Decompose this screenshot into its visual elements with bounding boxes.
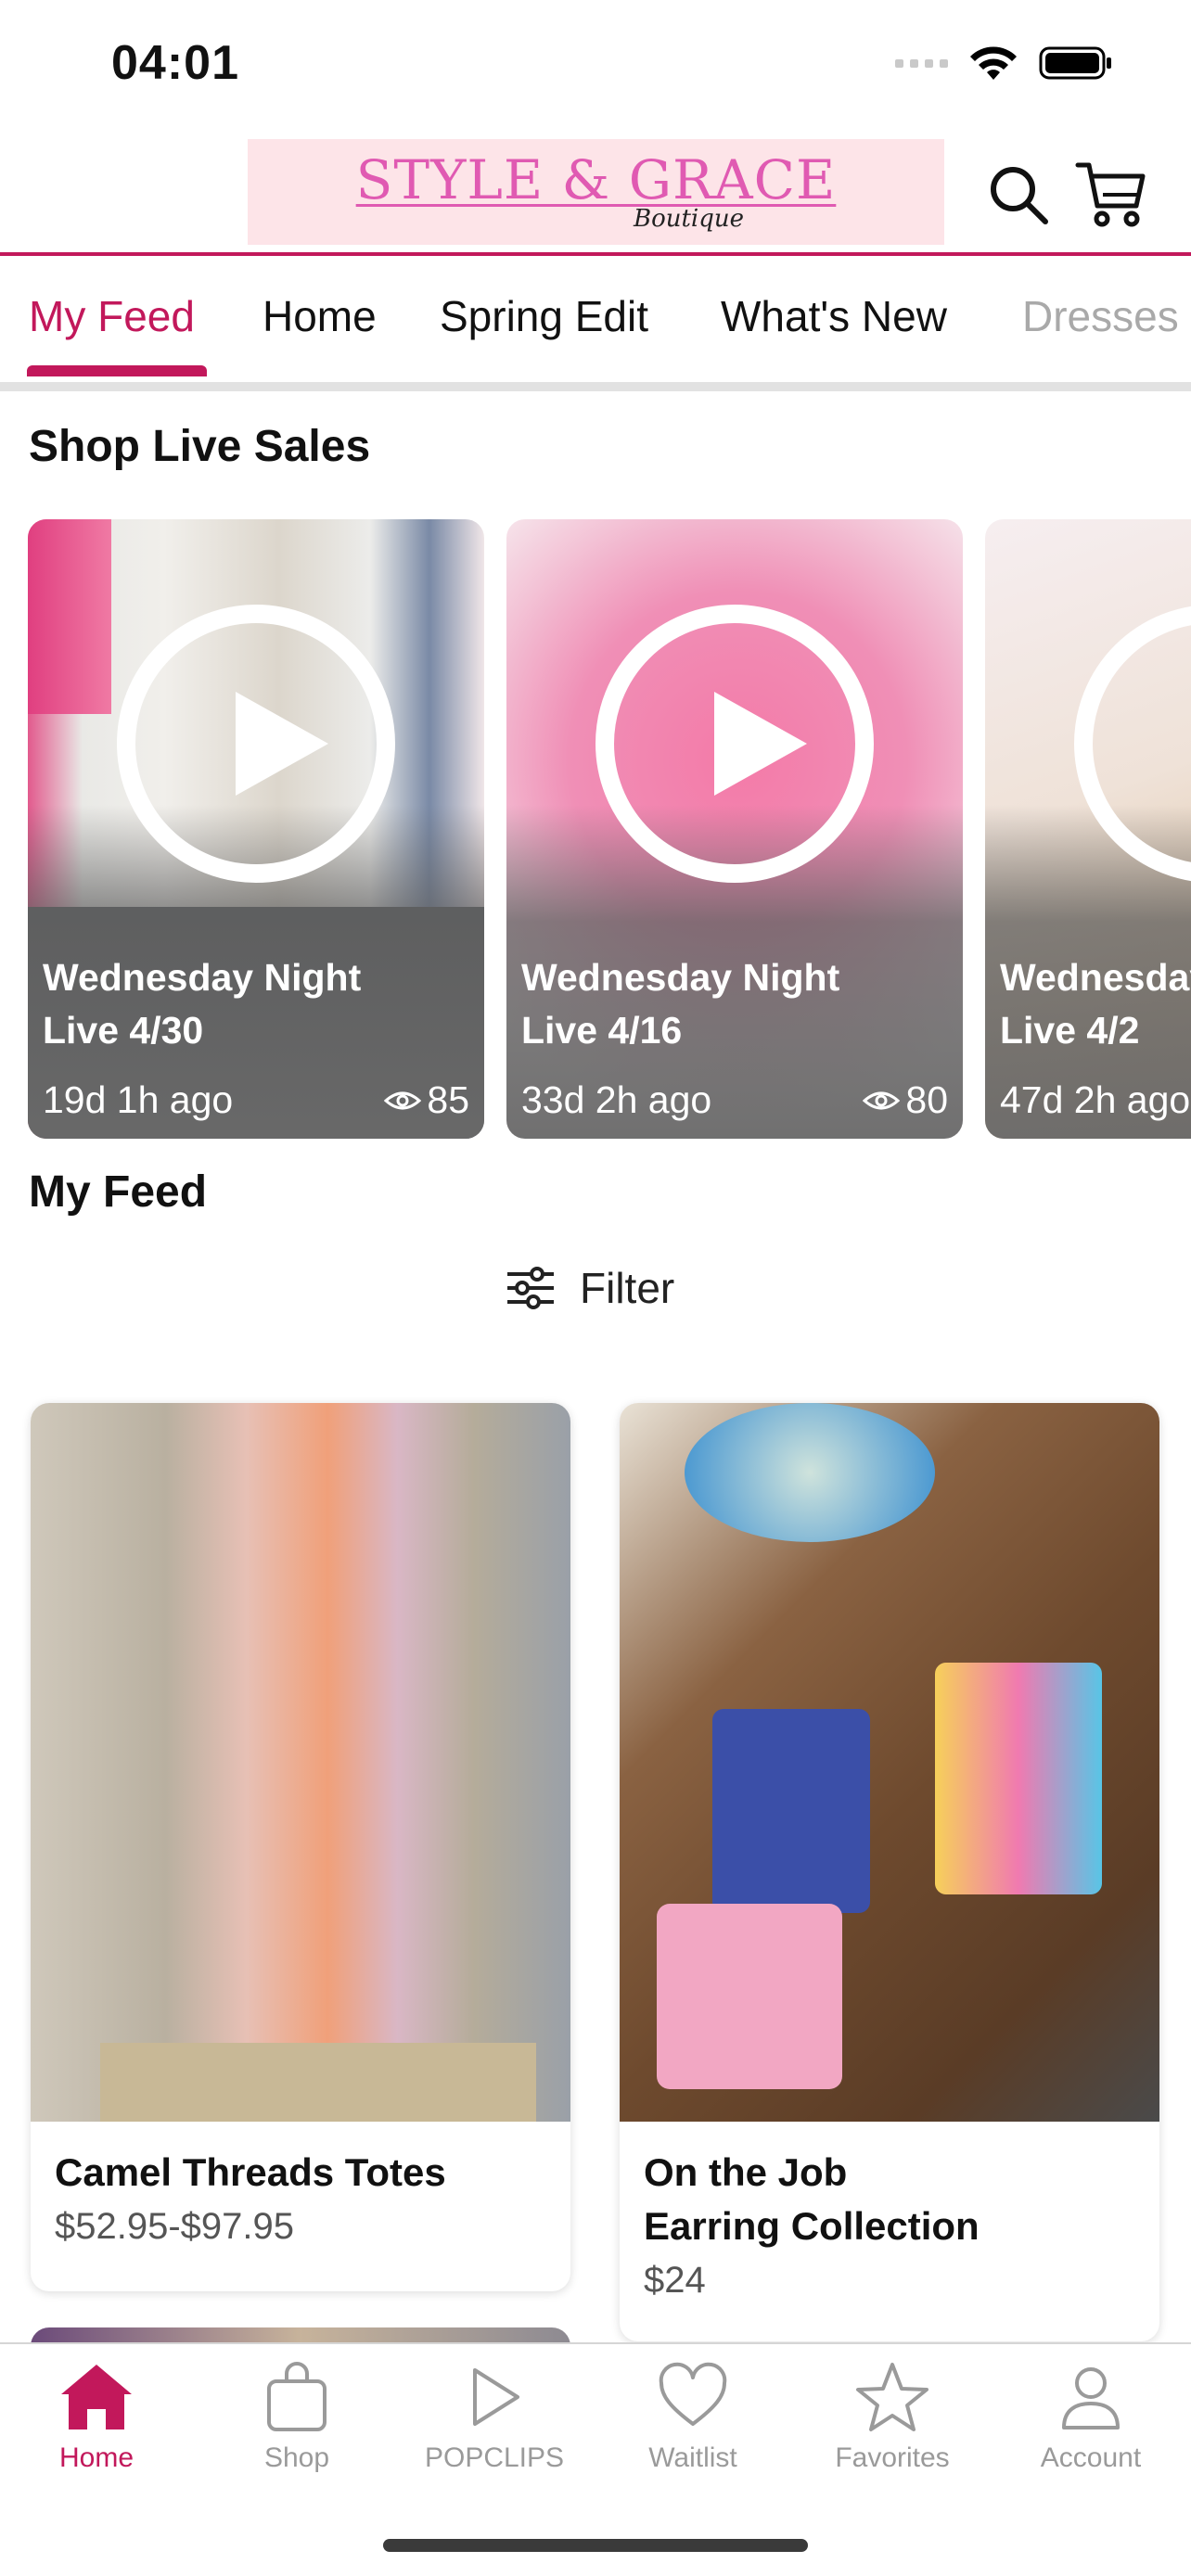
live-sale-time-ago: 47d 2h ago [1000, 1078, 1191, 1121]
live-sales-title: Shop Live Sales [29, 422, 371, 471]
app-header: STYLE & GRACE Boutique [0, 130, 1191, 254]
logo-subtext: Boutique [633, 205, 745, 233]
search-button[interactable] [981, 158, 1056, 232]
nav-label: POPCLIPS [424, 2442, 565, 2473]
cart-button[interactable] [1074, 158, 1148, 232]
tabs-divider [0, 382, 1191, 391]
tab-whats-new[interactable]: What's New [721, 291, 947, 341]
tab-spring-edit[interactable]: Spring Edit [440, 291, 648, 341]
tab-dresses[interactable]: Dresses [1022, 291, 1179, 341]
logo-text: STYLE & GRACE [355, 148, 837, 211]
product-image [31, 1403, 570, 2122]
eye-icon [863, 1091, 901, 1109]
live-sale-card[interactable]: Wednesday Night Live 4/30 19d 1h ago 85 [28, 519, 484, 1139]
cellular-signal-icon [895, 58, 948, 68]
shopping-bag-icon [267, 2362, 327, 2431]
live-sale-card[interactable]: Wednesday Night Live 4/2 47d 2h ago [985, 519, 1191, 1139]
nav-home[interactable]: Home [13, 2361, 180, 2474]
home-icon [61, 2365, 132, 2429]
status-time: 04:01 [111, 36, 239, 90]
live-sale-title: Wednesday Night Live 4/2 [1000, 956, 1191, 1052]
cart-icon [1075, 162, 1146, 227]
nav-shop[interactable]: Shop [213, 2361, 380, 2474]
tab-my-feed[interactable]: My Feed [29, 291, 195, 341]
filter-button[interactable]: Filter [506, 1263, 674, 1313]
live-sale-time-ago: 19d 1h ago [43, 1078, 234, 1121]
battery-icon [1039, 46, 1111, 80]
nav-label: Shop [263, 2442, 330, 2473]
nav-label: Home [58, 2442, 134, 2473]
nav-label: Account [1040, 2442, 1142, 2473]
live-sale-title: Wednesday Night Live 4/16 [521, 956, 840, 1052]
status-icons [895, 45, 1113, 82]
nav-label: Favorites [835, 2442, 950, 2473]
account-icon [1062, 2367, 1120, 2429]
product-price: $52.95-$97.95 [55, 2206, 295, 2247]
product-name: On the Job Earring Collection [644, 2150, 980, 2248]
product-price: $24 [644, 2260, 706, 2301]
eye-icon [384, 1091, 422, 1109]
tab-home[interactable]: Home [263, 291, 377, 341]
play-icon[interactable] [596, 605, 874, 883]
live-sale-time-ago: 33d 2h ago [521, 1078, 712, 1121]
nav-popclips[interactable]: POPCLIPS [411, 2361, 578, 2474]
home-indicator [383, 2539, 808, 2552]
star-icon [856, 2363, 928, 2431]
product-card[interactable]: Camel Threads Totes $52.95-$97.95 [31, 1403, 570, 2291]
feed-title: My Feed [29, 1167, 208, 1217]
heart-icon [659, 2362, 727, 2426]
nav-waitlist[interactable]: Waitlist [609, 2361, 776, 2474]
wifi-icon [970, 46, 1017, 80]
search-icon [991, 167, 1048, 224]
category-tabs: My Feed Home Spring Edit What's New Dres… [0, 256, 1191, 382]
live-sale-views: 80 [863, 1078, 948, 1122]
nav-label: Waitlist [648, 2442, 737, 2473]
active-tab-indicator [27, 365, 207, 376]
product-card[interactable]: On the Job Earring Collection $24 [620, 1403, 1159, 2341]
filter-label: Filter [580, 1264, 675, 1312]
play-icon[interactable] [117, 605, 395, 883]
live-sale-title: Wednesday Night Live 4/30 [43, 956, 362, 1052]
live-sales-carousel[interactable]: Wednesday Night Live 4/30 19d 1h ago 85 … [0, 519, 1191, 1139]
product-image [620, 1403, 1159, 2122]
status-bar: 04:01 [0, 0, 1191, 130]
nav-account[interactable]: Account [1007, 2361, 1174, 2474]
nav-favorites[interactable]: Favorites [809, 2361, 976, 2474]
live-sale-card[interactable]: Wednesday Night Live 4/16 33d 2h ago 80 [506, 519, 963, 1139]
sliders-icon [507, 1267, 554, 1309]
product-name: Camel Threads Totes [55, 2150, 446, 2194]
brand-logo[interactable]: STYLE & GRACE Boutique [248, 139, 944, 245]
live-sale-views: 85 [384, 1078, 469, 1122]
play-icon [473, 2368, 519, 2426]
